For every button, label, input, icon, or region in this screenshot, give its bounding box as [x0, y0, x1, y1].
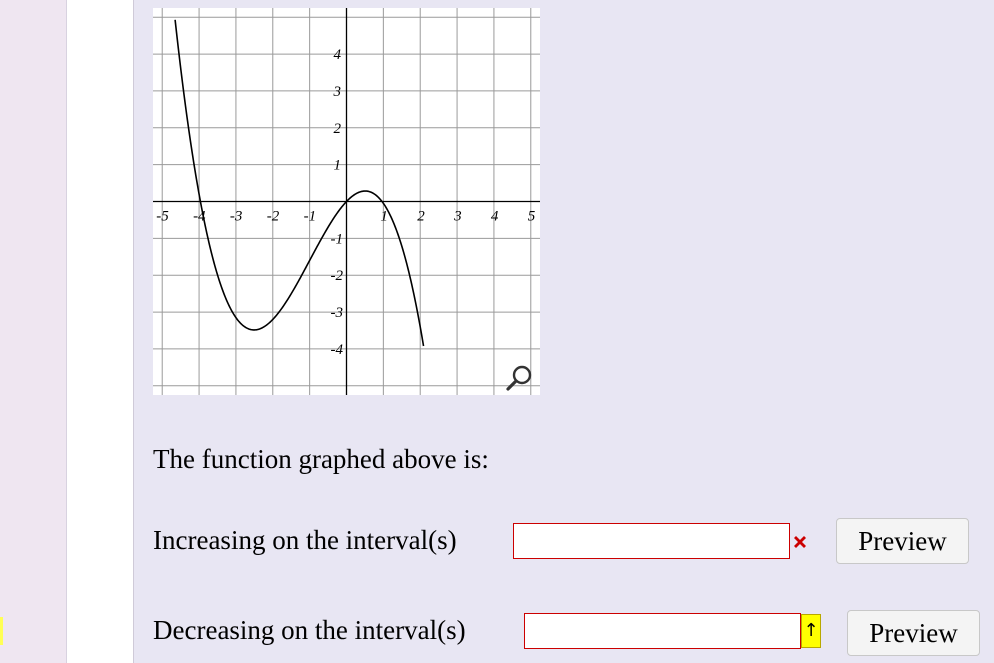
y-tick-label: -1 [331, 231, 344, 247]
x-tick-label: 3 [453, 209, 462, 225]
y-tick-label: 4 [334, 47, 342, 63]
x-tick-label: -5 [156, 209, 169, 225]
x-tick-label: 2 [417, 209, 425, 225]
increasing-label: Increasing on the interval(s) [153, 525, 457, 555]
x-tick-label: -2 [267, 209, 280, 225]
preview-decreasing-button[interactable]: Preview [847, 610, 980, 656]
y-tick-label: -2 [331, 268, 344, 284]
x-tick-label: -3 [230, 209, 243, 225]
left-margin-strip [0, 0, 67, 663]
question-prompt: The function graphed above is: [153, 444, 489, 474]
x-tick-label: 5 [528, 209, 536, 225]
y-tick-label: -3 [331, 305, 344, 321]
y-tick-label: 1 [334, 158, 342, 174]
focus-marker [0, 617, 3, 645]
decreasing-interval-input[interactable] [524, 613, 801, 649]
graph-canvas: -5 -4 -3 -2 -1 1 2 3 4 54321-1-2-3-4 [153, 8, 540, 395]
red-x-icon [794, 536, 806, 548]
x-tick-label: -1 [304, 209, 317, 225]
function-graph: -5 -4 -3 -2 -1 1 2 3 4 5 4 3 2 1 -1 -2 -3 -4 [153, 8, 540, 395]
up-arrow-icon: ↑ [801, 614, 821, 648]
x-tick-label: 1 [380, 209, 388, 225]
decreasing-label: Decreasing on the interval(s) [153, 615, 466, 645]
y-tick-label: 3 [333, 84, 342, 100]
y-tick-label: 2 [334, 121, 342, 137]
preview-increasing-button[interactable]: Preview [836, 518, 969, 564]
increasing-interval-input[interactable] [513, 523, 790, 559]
x-tick-label: 4 [491, 209, 499, 225]
gutter-strip [67, 0, 134, 663]
y-tick-label: -4 [331, 342, 344, 358]
